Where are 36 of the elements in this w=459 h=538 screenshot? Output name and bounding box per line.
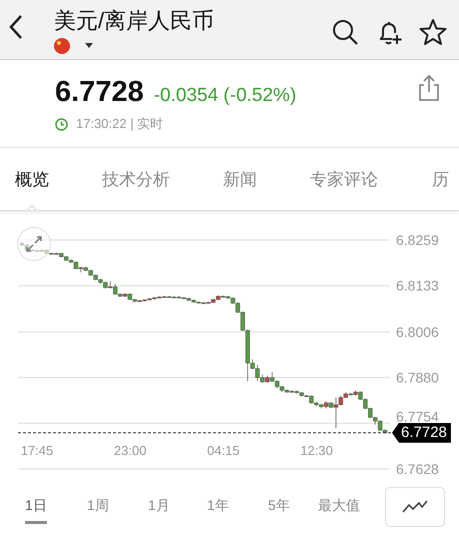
page-title: 美元/离岸人民币 (54, 8, 216, 34)
tab[interactable]: 新闻 (223, 168, 257, 190)
period-tab[interactable]: 1日 (25, 490, 47, 524)
axis-label: 12:30 (300, 443, 333, 458)
axis-label: 6.8133 (396, 278, 439, 294)
axis-label: 6.7754 (396, 408, 439, 425)
axis-label: 6.8006 (396, 324, 439, 340)
period-tab[interactable]: 5年 (268, 490, 290, 524)
tab[interactable]: 概览 (15, 168, 49, 190)
expand-icon (24, 234, 44, 254)
tab[interactable]: 技术分析 (102, 168, 170, 190)
axis-label: 6.8259 (396, 232, 439, 248)
search-icon[interactable] (331, 18, 359, 46)
axis-label: 6.7880 (396, 370, 439, 386)
star-icon[interactable] (419, 18, 447, 46)
axis-label: 6.7628 (396, 461, 439, 477)
chart-type-button[interactable] (385, 487, 445, 527)
expand-button[interactable] (17, 227, 51, 261)
tab[interactable]: 专家评论 (310, 168, 378, 190)
line-chart-icon (402, 500, 428, 514)
period-tab[interactable]: 1年 (207, 490, 229, 524)
last-price-tag: 6.7728 (392, 422, 451, 443)
price-value: 6.7728 (55, 76, 144, 109)
period-tab[interactable]: 1月 (148, 490, 170, 524)
axis-label: 04:15 (207, 443, 240, 458)
share-icon[interactable] (417, 74, 441, 102)
china-flag-icon (54, 38, 70, 54)
quote-time: 17:30:22 | 实时 (76, 115, 164, 133)
axis-label: 23:00 (114, 443, 146, 458)
axis-label: 17:45 (20, 443, 54, 458)
clock-icon (55, 118, 68, 130)
caret-icon[interactable] (84, 43, 94, 49)
period-tab[interactable]: 最大值 (318, 490, 360, 524)
price-change: -0.0354 (-0.52%) (154, 85, 296, 107)
tab[interactable]: 历 (432, 168, 449, 190)
period-tab[interactable]: 1周 (87, 490, 109, 524)
